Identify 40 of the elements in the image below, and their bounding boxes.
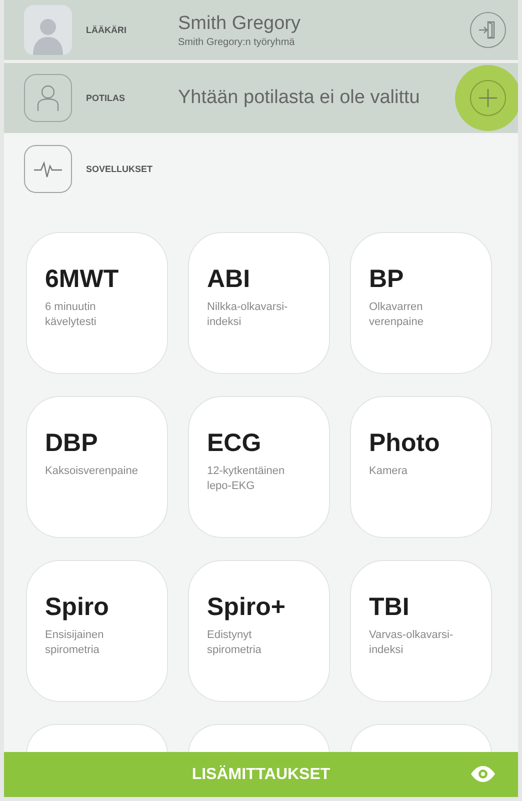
app-tile[interactable]: ABI Nilkka-olkavarsi- indeksi <box>188 232 330 374</box>
app-description: 6 minuutin kävelytesti <box>45 300 98 330</box>
eye-icon[interactable] <box>470 766 496 782</box>
doctor-name: Smith Gregory <box>178 12 302 34</box>
app-tile[interactable]: Photo Kamera <box>350 396 492 538</box>
app-title: TBI <box>369 593 410 622</box>
app-description: Ensisijainen spirometria <box>45 628 105 658</box>
app-description: Nilkka-olkavarsi- indeksi <box>207 300 289 330</box>
app-title: ECG <box>207 429 262 458</box>
person-icon <box>24 74 72 122</box>
patient-label: POTILAS <box>86 93 126 103</box>
plus-icon <box>478 88 498 108</box>
app-description: Varvas-olkavarsi- indeksi <box>369 628 454 658</box>
app-description: Edistynyt spirometria <box>207 628 262 658</box>
app-tile[interactable]: Spiro Ensisijainen spirometria <box>26 560 168 702</box>
logout-button[interactable] <box>470 12 506 48</box>
app-description: Kamera <box>369 464 409 479</box>
app-title: DBP <box>45 429 99 458</box>
app-tile[interactable]: BP Olkavarren verenpaine <box>350 232 492 374</box>
app-tile[interactable]: TBI Varvas-olkavarsi- indeksi <box>350 560 492 702</box>
patient-status: Yhtään potilasta ei ole valittu <box>178 87 421 109</box>
app-title: Spiro <box>45 593 110 622</box>
app-title: Spiro+ <box>207 593 286 622</box>
app-title: BP <box>369 265 405 294</box>
apps-label: SOVELLUKSET <box>86 164 154 174</box>
app-description: Olkavarren verenpaine <box>369 300 424 330</box>
more-measurements-label: LISÄMITTAUKSET <box>192 766 330 784</box>
doctor-label: LÄÄKÄRI <box>86 25 128 35</box>
app-tile[interactable]: Spiro+ Edistynyt spirometria <box>188 560 330 702</box>
app-tile[interactable]: 6MWT 6 minuutin kävelytesti <box>26 232 168 374</box>
app-title: 6MWT <box>45 265 120 294</box>
heartbeat-icon <box>24 145 72 193</box>
app-description: 12-kytkentäinen lepo-EKG <box>207 464 286 494</box>
app-title: ABI <box>207 265 252 294</box>
app-description: Kaksoisverenpaine <box>45 464 139 479</box>
team-name: Smith Gregory:n työryhmä <box>178 36 296 48</box>
app-title: Photo <box>369 429 441 458</box>
avatar-placeholder <box>24 5 72 55</box>
app-tile[interactable]: ECG 12-kytkentäinen lepo-EKG <box>188 396 330 538</box>
app-tile[interactable]: DBP Kaksoisverenpaine <box>26 396 168 538</box>
